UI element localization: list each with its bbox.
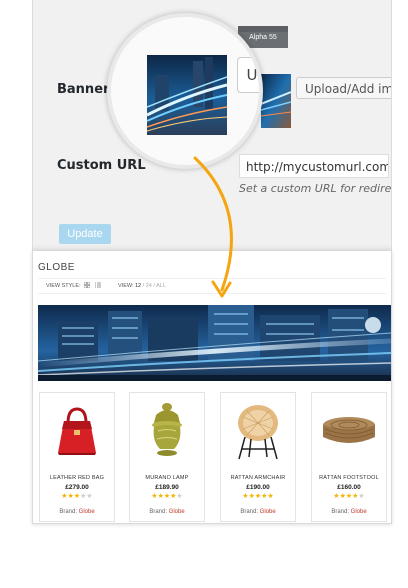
brand-link[interactable]: Globe bbox=[260, 509, 276, 515]
view-count-others[interactable]: / 24 / ALL bbox=[143, 283, 166, 289]
banner-thumbnail[interactable] bbox=[261, 74, 291, 128]
brand-link[interactable]: Globe bbox=[169, 509, 185, 515]
view-style-label: VIEW STYLE: bbox=[46, 283, 81, 289]
update-button[interactable]: Update bbox=[59, 224, 111, 244]
banner-label: Banner bbox=[57, 82, 110, 97]
product-image-bag[interactable] bbox=[44, 397, 110, 463]
rating-stars: ★★★★★ bbox=[242, 493, 274, 500]
product-price: £190.00 bbox=[246, 484, 270, 491]
custom-url-label: Custom URL bbox=[57, 158, 146, 173]
product-price: £189.90 bbox=[155, 484, 179, 491]
grid-view-icon[interactable] bbox=[83, 281, 91, 289]
magnifier-lens: U bbox=[107, 13, 263, 169]
rating-stars: ★★★★★ bbox=[333, 493, 365, 500]
rating-stars: ★★★★★ bbox=[61, 493, 93, 500]
product-name[interactable]: RATTAN ARMCHAIR bbox=[221, 475, 295, 481]
product-image-footstool[interactable] bbox=[316, 397, 382, 463]
view-count-options[interactable]: 12 / 24 / ALL bbox=[135, 283, 166, 289]
view-toolbar: VIEW STYLE: VIEW: 12 / 24 / ALL bbox=[38, 278, 386, 294]
product-card[interactable]: LEATHER RED BAG £279.00 ★★★★★ Brand: Glo… bbox=[39, 392, 115, 522]
product-name[interactable]: MURANO LAMP bbox=[130, 475, 204, 481]
custom-url-hint: Set a custom URL for redirec bbox=[239, 182, 392, 195]
rating-stars: ★★★★★ bbox=[151, 493, 183, 500]
product-price: £279.00 bbox=[65, 484, 89, 491]
product-image-lamp[interactable] bbox=[134, 397, 200, 463]
view-count-current[interactable]: 12 bbox=[135, 283, 141, 289]
product-name[interactable]: LEATHER RED BAG bbox=[40, 475, 114, 481]
product-card[interactable]: MURANO LAMP £189.90 ★★★★★ Brand: Globe bbox=[129, 392, 205, 522]
product-card[interactable]: RATTAN FOOTSTOOL £160.00 ★★★★★ Brand: Gl… bbox=[311, 392, 387, 522]
view-count-label: VIEW: bbox=[118, 283, 134, 289]
product-grid: LEATHER RED BAG £279.00 ★★★★★ Brand: Glo… bbox=[38, 392, 391, 522]
banner-preview-image bbox=[146, 55, 228, 135]
product-brand: Brand: Globe bbox=[59, 509, 95, 515]
category-banner-image bbox=[38, 305, 391, 381]
product-brand: Brand: Globe bbox=[240, 509, 276, 515]
product-card[interactable]: RATTAN ARMCHAIR £190.00 ★★★★★ Brand: Glo… bbox=[220, 392, 296, 522]
category-title: GLOBE bbox=[38, 262, 75, 273]
product-price: £160.00 bbox=[337, 484, 361, 491]
product-brand: Brand: Globe bbox=[149, 509, 185, 515]
custom-url-input[interactable]: http://mycustomurl.com bbox=[239, 154, 389, 178]
brand-link[interactable]: Globe bbox=[351, 509, 367, 515]
upload-image-button[interactable]: Upload/Add ima bbox=[296, 77, 391, 99]
product-brand: Brand: Globe bbox=[331, 509, 367, 515]
product-name[interactable]: RATTAN FOOTSTOOL bbox=[312, 475, 386, 481]
product-image-armchair[interactable] bbox=[225, 397, 291, 463]
shop-category-page: GLOBE VIEW STYLE: VIEW: 12 / 24 / ALL LE… bbox=[32, 250, 392, 524]
brand-link[interactable]: Globe bbox=[79, 509, 95, 515]
list-view-icon[interactable] bbox=[95, 282, 101, 288]
